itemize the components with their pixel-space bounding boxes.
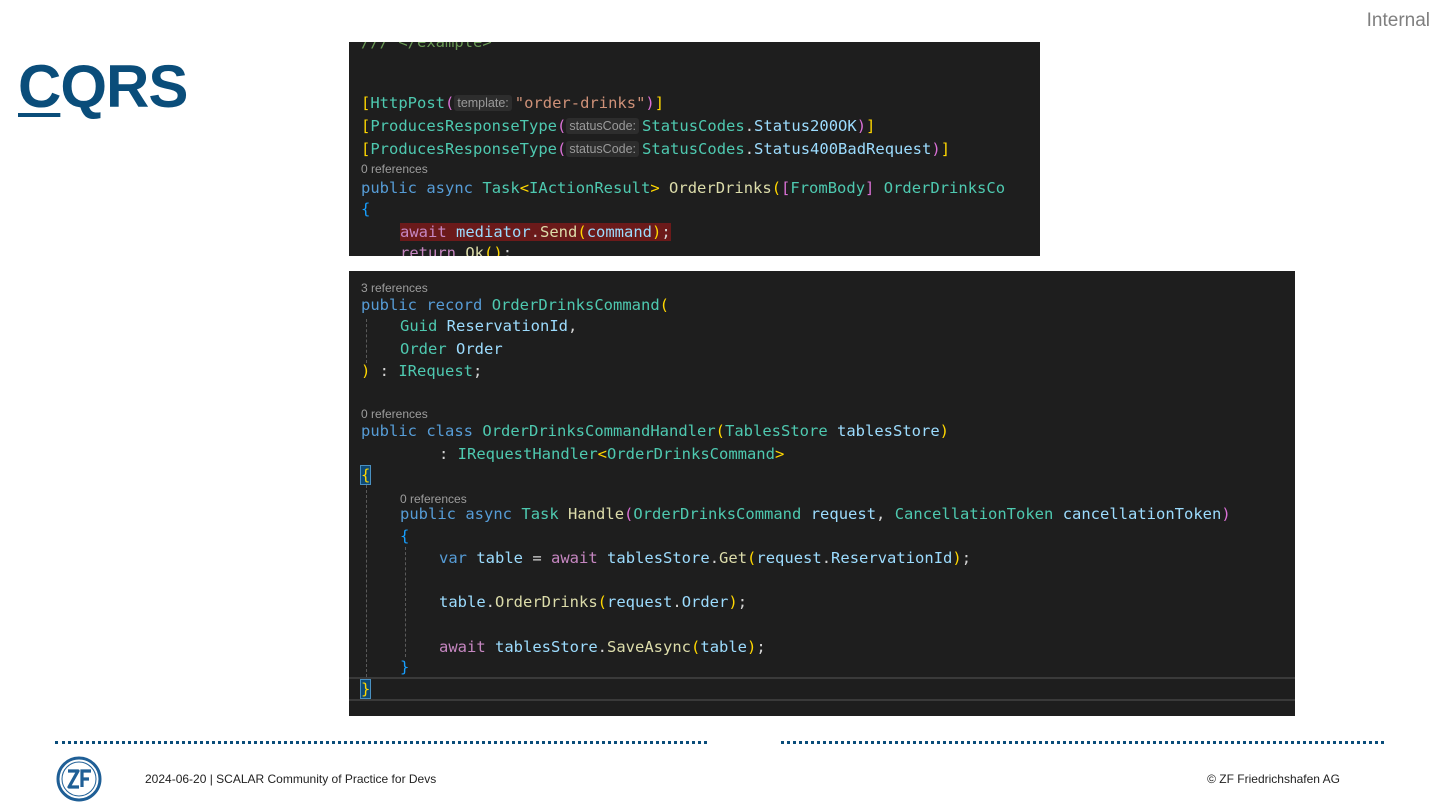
code-line-method-open: { [400, 527, 410, 545]
code-line-produces-400: [ProducesResponseType(statusCode: StatusC… [361, 140, 951, 158]
current-line-highlight [349, 677, 1295, 701]
code-screenshot-controller: /// </example> [HttpPost(template: "order… [349, 42, 1040, 256]
title-first-letter: C [18, 53, 61, 120]
code-line-comment: /// </example> [361, 42, 492, 51]
zf-logo-icon [56, 756, 102, 802]
code-line-irequest: ) : IRequest; [361, 362, 483, 380]
code-line-class-close: } [359, 679, 372, 699]
code-line-class: public class OrderDrinksCommandHandler(T… [361, 422, 949, 440]
code-line-record: public record OrderDrinksCommand( [361, 296, 670, 314]
code-line-signature: public async Task<IActionResult> OrderDr… [361, 179, 1006, 197]
footer-copyright: © ZF Friedrichshafen AG [1207, 772, 1340, 786]
code-line-httppost: [HttpPost(template: "order-drinks")] [361, 94, 665, 112]
code-line-order-drinks: table.OrderDrinks(request.Order); [439, 593, 748, 611]
code-line-order: Order Order [400, 340, 503, 358]
title-rest: QRS [60, 53, 188, 120]
classification-label: Internal [1366, 10, 1430, 31]
status-code-hint: statusCode: [566, 118, 640, 134]
code-line-await-send: await mediator.Send(command); [400, 223, 671, 241]
code-line-save: await tablesStore.SaveAsync(table); [439, 638, 766, 656]
code-line-implements: : IRequestHandler<OrderDrinksCommand> [439, 445, 785, 463]
code-line-guid: Guid ReservationId, [400, 317, 578, 335]
code-line-handle: public async Task Handle(OrderDrinksComm… [400, 505, 1231, 523]
indent-guide [366, 319, 367, 363]
code-line-var-table: var table = await tablesStore.Get(reques… [439, 549, 972, 567]
code-line-method-close: } [400, 658, 410, 676]
code-line-class-open: { [359, 465, 372, 485]
footer-date-event: 2024-06-20 | SCALAR Community of Practic… [145, 772, 437, 786]
code-screenshot-handler: 3 references public record OrderDrinksCo… [349, 271, 1295, 716]
status-code-hint: statusCode: [566, 141, 640, 157]
indent-guide [366, 485, 367, 677]
indent-guide [405, 547, 406, 657]
footer-divider-left [55, 741, 707, 744]
code-line-return: return Ok(); [400, 244, 513, 256]
code-line-open-brace: { [361, 200, 371, 218]
footer-divider-right [781, 741, 1384, 744]
page-title: CQRS [18, 52, 188, 121]
codelens-references[interactable]: 0 references [361, 159, 428, 179]
template-hint: template: [454, 95, 512, 111]
code-line-produces-200: [ProducesResponseType(statusCode: StatusC… [361, 117, 876, 135]
